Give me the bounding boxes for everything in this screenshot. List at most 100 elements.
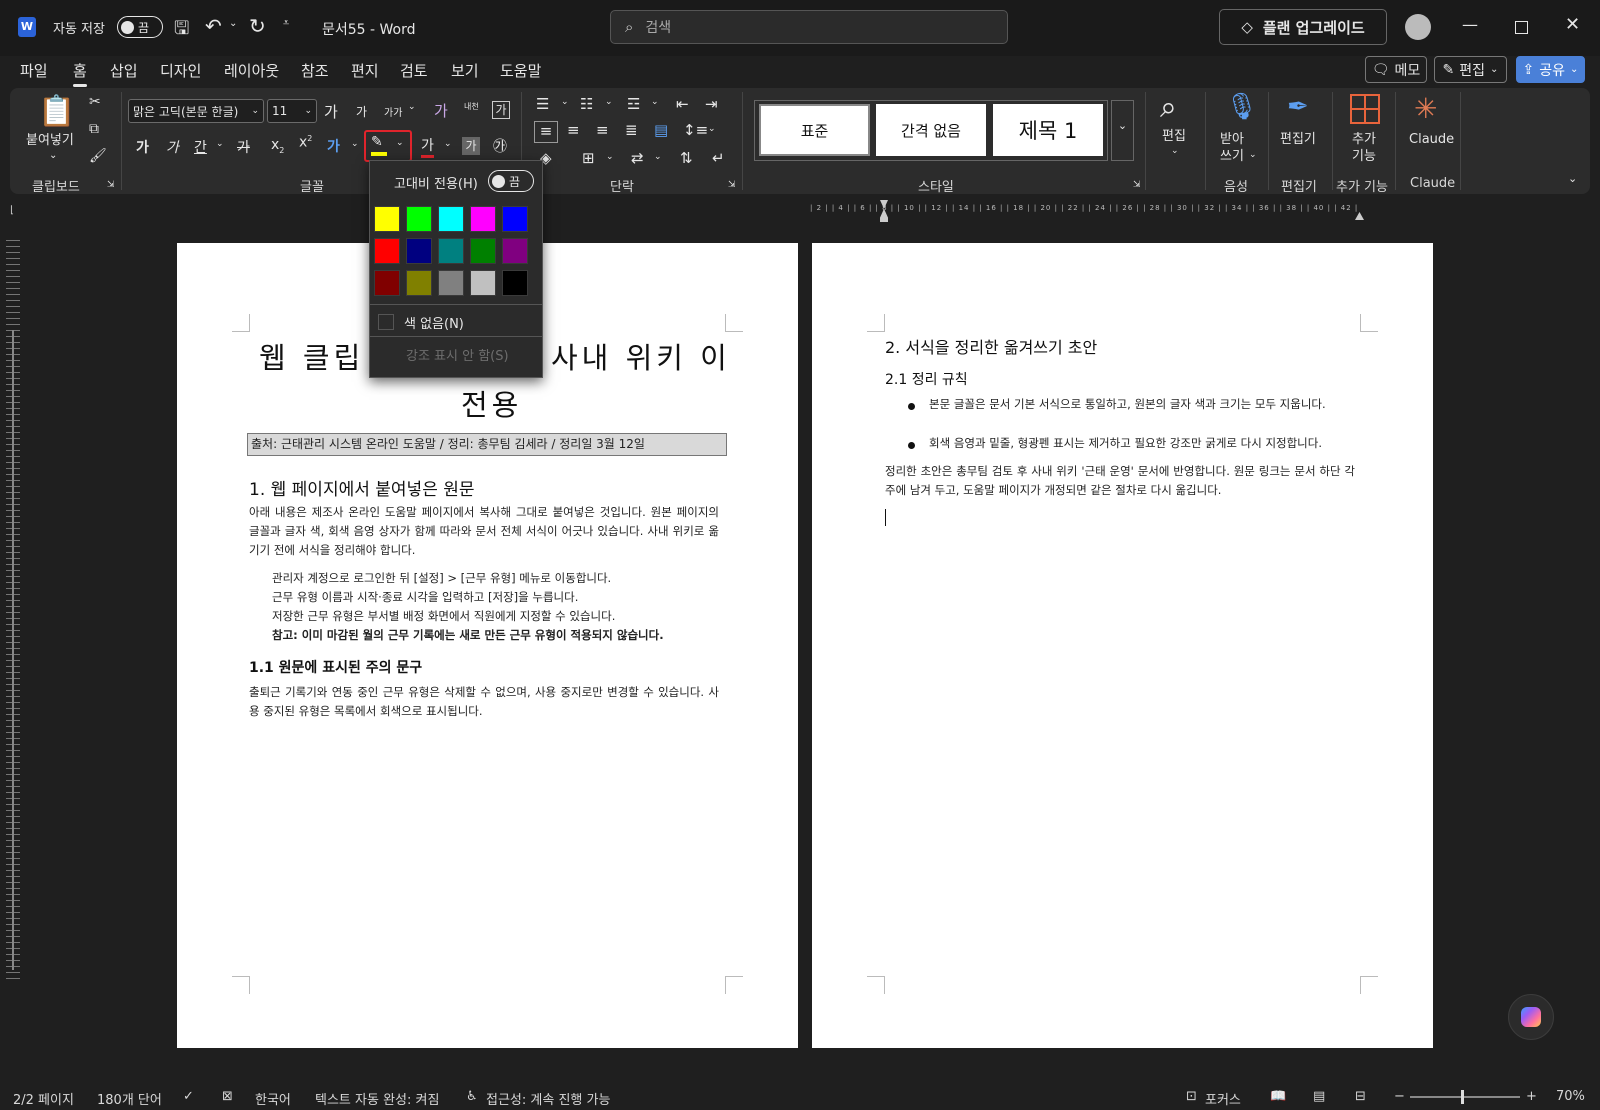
high-contrast-toggle[interactable]: 끔 <box>488 170 534 192</box>
focus-icon[interactable]: ⊡ <box>1186 1089 1197 1104</box>
chevron-down-icon[interactable]: ⌄ <box>605 97 613 107</box>
chevron-down-icon[interactable]: ⌄ <box>1171 146 1179 156</box>
zoom-slider-thumb[interactable] <box>1461 1090 1464 1104</box>
strikethrough-button[interactable]: 가 <box>237 137 250 157</box>
no-color-option[interactable]: 색 없음(N) <box>378 311 536 333</box>
text-effects-icon[interactable]: 가 <box>327 136 340 156</box>
dialog-launcher-icon[interactable]: ⇲ <box>1133 180 1141 190</box>
avatar[interactable] <box>1405 14 1431 40</box>
cut-icon[interactable]: ✂ <box>89 94 101 110</box>
accessibility-status[interactable]: 접근성: 계속 진행 가능 <box>486 1089 610 1108</box>
paste-dropdown-icon[interactable]: ⌄ <box>49 150 57 161</box>
dialog-launcher-icon[interactable]: ⇲ <box>728 180 736 190</box>
align-right-icon[interactable]: ≡ <box>596 121 609 139</box>
claude-button-label[interactable]: Claude <box>1409 131 1454 148</box>
zoom-slider[interactable] <box>1410 1096 1520 1098</box>
microphone-icon[interactable]: 🎙 <box>1225 92 1258 122</box>
underline-button[interactable]: 간 <box>194 137 207 157</box>
find-icon[interactable]: ⌕ <box>1160 90 1177 125</box>
font-color-button[interactable]: 가 <box>421 135 434 158</box>
subscript-button[interactable]: x2 <box>271 137 284 155</box>
highlight-swatch[interactable] <box>374 206 400 232</box>
tab-1[interactable]: 홈 <box>73 60 87 87</box>
italic-button[interactable]: 가 <box>166 137 179 157</box>
undo-icon[interactable]: ↶ <box>205 14 222 38</box>
tab-7[interactable]: 검토 <box>400 60 428 81</box>
dialog-launcher-icon[interactable]: ⇲ <box>107 180 115 190</box>
chevron-down-icon[interactable]: ⌄ <box>651 97 659 107</box>
zoom-level[interactable]: 70% <box>1556 1089 1585 1104</box>
grow-font-button[interactable]: 가 <box>324 101 338 122</box>
read-mode-icon[interactable]: 📖 <box>1270 1089 1286 1104</box>
tab-6[interactable]: 편지 <box>351 60 379 81</box>
close-icon[interactable]: ✕ <box>1565 14 1580 35</box>
highlight-color-button[interactable]: ✎ ⌄ <box>364 130 412 162</box>
chevron-down-icon[interactable]: ⌄ <box>654 152 662 162</box>
paste-icon[interactable]: 📋 <box>38 94 75 129</box>
decrease-indent-icon[interactable]: ⇤ <box>676 95 689 113</box>
character-border-button[interactable]: 가 <box>492 101 510 119</box>
copilot-button[interactable] <box>1508 994 1554 1040</box>
chevron-down-icon[interactable]: ⌄ <box>408 102 416 112</box>
chevron-down-icon[interactable]: ⌄ <box>351 139 359 149</box>
highlight-swatch[interactable] <box>374 270 400 296</box>
text-direction-icon[interactable]: ⇄ <box>631 149 644 167</box>
redo-icon[interactable]: ↻ <box>249 14 266 38</box>
highlight-swatch[interactable] <box>470 206 496 232</box>
addins-button-label[interactable]: 추가 기능 <box>1352 131 1376 165</box>
borders-icon[interactable]: ⊞ <box>582 149 595 167</box>
tab-2[interactable]: 삽입 <box>110 60 138 81</box>
undo-dropdown-icon[interactable]: ⌄ <box>229 18 237 29</box>
addins-icon[interactable] <box>1350 94 1380 124</box>
justify-icon[interactable]: ≣ <box>625 121 638 139</box>
zoom-out-icon[interactable]: − <box>1394 1089 1405 1104</box>
zoom-in-icon[interactable]: + <box>1526 1089 1537 1104</box>
tab-9[interactable]: 도움말 <box>500 60 541 81</box>
style-normal[interactable]: 표준 <box>759 104 870 156</box>
track-changes-icon[interactable]: ⊠ <box>222 1089 233 1104</box>
save-icon[interactable]: 🖫 <box>174 16 189 46</box>
chevron-down-icon[interactable]: ⌄ <box>708 124 716 134</box>
paste-label[interactable]: 붙여넣기 <box>26 132 74 149</box>
tab-4[interactable]: 레이아웃 <box>224 60 279 81</box>
dictate-label[interactable]: 받아 쓰기 <box>1220 131 1244 165</box>
chevron-down-icon[interactable]: ⌄ <box>216 139 224 149</box>
highlight-swatch[interactable] <box>502 206 528 232</box>
highlight-swatch[interactable] <box>502 238 528 264</box>
format-painter-icon[interactable]: 🖌 <box>89 148 107 164</box>
highlight-swatch[interactable] <box>406 238 432 264</box>
search-box[interactable]: ⌕ 검색 <box>610 10 1008 44</box>
align-center-icon[interactable]: ≡ <box>567 121 580 139</box>
highlight-swatch[interactable] <box>406 206 432 232</box>
tab-8[interactable]: 보기 <box>451 60 479 81</box>
multilevel-list-icon[interactable]: ☲ <box>627 95 640 113</box>
autosave-toggle[interactable]: 끔 <box>117 16 163 38</box>
increase-indent-icon[interactable]: ⇥ <box>705 95 718 113</box>
chevron-down-icon[interactable]: ⌄ <box>444 139 452 149</box>
show-marks-icon[interactable]: ↵ <box>712 149 725 167</box>
page-count[interactable]: 2/2 페이지 <box>13 1089 74 1108</box>
tab-3[interactable]: 디자인 <box>160 60 201 81</box>
shrink-font-button[interactable]: 가 <box>356 103 367 120</box>
edit-mode-button[interactable]: ✎ 편집 ⌄ <box>1434 56 1507 83</box>
highlight-swatch[interactable] <box>470 270 496 296</box>
highlight-swatch[interactable] <box>438 238 464 264</box>
tab-5[interactable]: 참조 <box>301 60 329 81</box>
collapse-ribbon-icon[interactable]: ⌄ <box>1568 172 1577 185</box>
superscript-button[interactable]: x2 <box>299 134 312 151</box>
horizontal-ruler[interactable]: | 2 | | 4 | | 6 | | 8 | | 10 | | 12 | | … <box>810 204 1440 218</box>
tab-0[interactable]: 파일 <box>20 60 48 81</box>
enclose-characters-button[interactable]: ㉮ <box>493 136 507 156</box>
editor-button-label[interactable]: 편집기 <box>1280 131 1316 148</box>
style-heading-1[interactable]: 제목 1 <box>993 104 1103 156</box>
stop-highlighting-option[interactable]: 강조 표시 안 함(S) <box>406 345 509 364</box>
customize-toolbar-icon[interactable]: ⩡ <box>283 16 289 30</box>
web-layout-icon[interactable]: ⊟ <box>1355 1089 1366 1104</box>
chevron-down-icon[interactable]: ⌄ <box>606 152 614 162</box>
document-page-2[interactable]: 2. 서식을 정리한 옮겨쓰기 초안 2.1 정리 규칙 본문 글꼴은 문서 기… <box>812 243 1433 1048</box>
phonetic-guide-button[interactable]: 내천 <box>464 101 479 112</box>
align-left-icon[interactable]: ≡ <box>534 121 558 143</box>
tab-selector-icon[interactable]: ⌊ <box>10 205 14 216</box>
minimize-icon[interactable]: — <box>1462 15 1478 34</box>
character-shading-button[interactable]: 가 <box>462 137 480 155</box>
